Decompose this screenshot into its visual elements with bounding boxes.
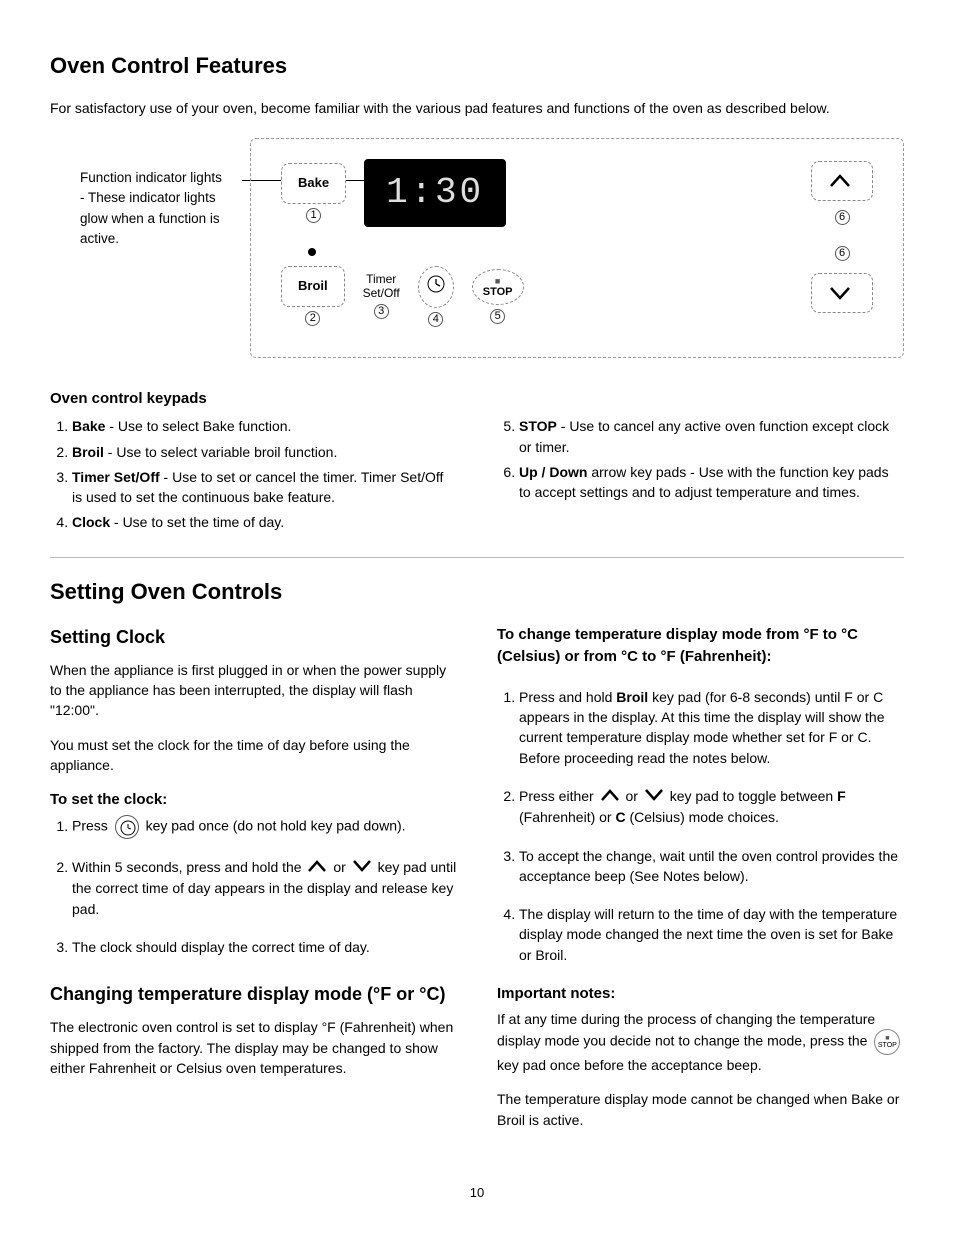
broil-pad: Broil — [281, 266, 345, 307]
clock-icon — [427, 275, 445, 293]
lcd-display: 1:30 — [364, 159, 506, 227]
temp-mode-p: The electronic oven control is set to di… — [50, 1017, 457, 1078]
chevron-down-icon — [828, 284, 852, 302]
section-title-2: Setting Oven Controls — [50, 576, 904, 608]
bake-pad: Bake — [281, 163, 346, 204]
temp-change-heading: To change temperature display mode from … — [497, 624, 904, 669]
function-indicator-callout: Function indicator lights - These indica… — [50, 138, 230, 357]
control-panel-diagram: Bake 1 1:30 6 6 Broil 2 Timer Set/ — [250, 138, 904, 357]
page-number: 10 — [50, 1184, 904, 1203]
keypads-list-left: Bake - Use to select Bake function. Broi… — [50, 416, 457, 532]
chevron-up-icon — [828, 172, 852, 190]
callout-num-1: 1 — [306, 208, 321, 223]
to-set-clock-heading: To set the clock: — [50, 789, 457, 811]
setting-clock-heading: Setting Clock — [50, 624, 457, 650]
clock-p1: When the appliance is first plugged in o… — [50, 660, 457, 721]
callout-num-4: 4 — [428, 312, 443, 327]
intro-text: For satisfactory use of your oven, becom… — [50, 98, 904, 118]
notes-p2: The temperature display mode cannot be c… — [497, 1089, 904, 1130]
keypads-list-right: STOP - Use to cancel any active oven fun… — [497, 416, 904, 502]
clock-icon — [115, 815, 139, 839]
clock-steps: Press key pad once (do not hold key pad … — [50, 815, 457, 957]
clock-pad — [418, 266, 454, 308]
temp-mode-heading: Changing temperature display mode (°F or… — [50, 981, 457, 1007]
down-arrow-pad — [811, 273, 873, 313]
up-arrow-pad — [811, 161, 873, 201]
notes-p1: If at any time during the process of cha… — [497, 1009, 904, 1076]
stop-pad: ■ STOP — [472, 269, 524, 305]
callout-num-5: 5 — [490, 309, 505, 324]
callout-num-2: 2 — [305, 311, 320, 326]
indicator-dot — [308, 248, 316, 256]
timer-pad: Timer Set/Off — [363, 273, 400, 299]
temp-change-steps: Press and hold Broil key pad (for 6-8 se… — [497, 687, 904, 965]
stop-icon: STOP — [874, 1029, 900, 1055]
clock-p2: You must set the clock for the time of d… — [50, 735, 457, 776]
section-title-1: Oven Control Features — [50, 50, 904, 82]
keypads-heading: Oven control keypads — [50, 388, 904, 410]
chevron-up-icon — [307, 858, 327, 878]
callout-num-3: 3 — [374, 304, 389, 319]
notes-heading: Important notes: — [497, 983, 904, 1005]
callout-num-6a: 6 — [835, 210, 850, 225]
chevron-down-icon — [352, 858, 372, 878]
section-divider — [50, 557, 904, 558]
callout-num-6b: 6 — [835, 246, 850, 261]
